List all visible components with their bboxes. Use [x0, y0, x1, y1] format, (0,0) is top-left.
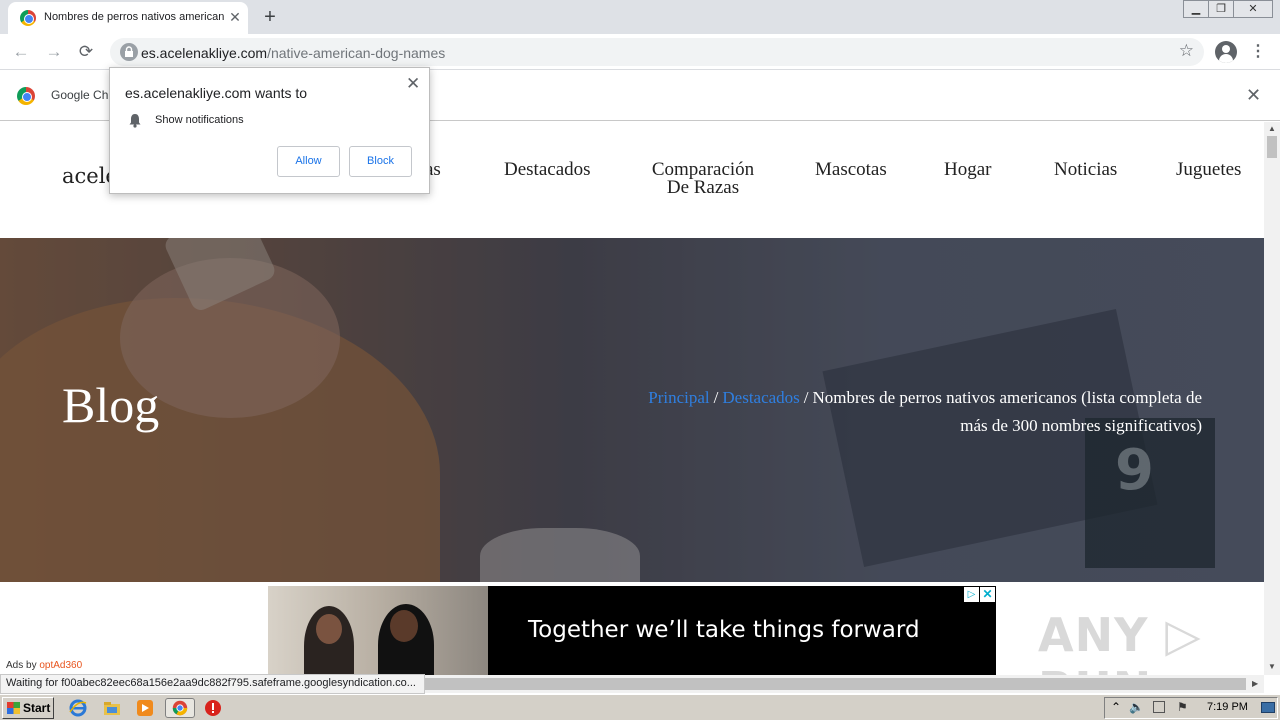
bell-icon: [128, 113, 142, 133]
nav-item-comparacion[interactable]: Comparación De Razas: [650, 160, 756, 198]
url-domain: es.acelenakliye.com: [141, 45, 268, 61]
ads-by-brand[interactable]: optAd360: [39, 660, 82, 671]
ad-banner[interactable]: Together we’ll take things forward ▷ ✕: [268, 586, 996, 675]
nav-item-destacados[interactable]: Destacados: [504, 160, 591, 179]
chrome-logo-icon: [17, 87, 35, 105]
breadcrumb-separator: /: [713, 388, 719, 407]
ad-choices-icon[interactable]: ▷: [964, 587, 979, 602]
hero-banner: 9 Blog Principal / Destacados / Nombres de p…: [0, 238, 1264, 582]
active-tab[interactable]: Nombres de perros nativos americanos (li…: [8, 2, 248, 34]
restore-button[interactable]: ❐: [1208, 0, 1234, 18]
tab-strip: Nombres de perros nativos americanos (li…: [0, 0, 1280, 34]
minimize-button[interactable]: ▁: [1183, 0, 1209, 18]
media-player-icon[interactable]: [135, 698, 157, 718]
breadcrumb: Principal / Destacados / Nombres de perros n…: [640, 384, 1202, 440]
address-bar[interactable]: es.acelenakliye.com/native-american-dog-…: [110, 38, 1204, 66]
vertical-scroll-thumb[interactable]: [1267, 136, 1277, 158]
ads-by-label[interactable]: Ads by optAd360: [6, 660, 82, 671]
ad-close-icon[interactable]: ✕: [980, 587, 995, 602]
reload-icon[interactable]: ⟳: [74, 40, 98, 64]
scroll-right-icon[interactable]: ▶: [1252, 679, 1258, 688]
popup-permission-text: Show notifications: [155, 114, 244, 126]
bookmark-star-icon[interactable]: ☆: [1179, 41, 1194, 61]
notification-permission-popup: es.acelenakliye.com wants to ✕ Show noti…: [109, 67, 430, 194]
explorer-folder-icon[interactable]: [102, 698, 124, 718]
chrome-taskbar-icon[interactable]: [165, 698, 195, 718]
nav-item-hogar[interactable]: Hogar: [944, 160, 991, 179]
tab-favicon-icon: [20, 10, 36, 26]
anyrun-watermark: ANY ▷ RUN: [1038, 608, 1202, 675]
ads-by-text: Ads by: [6, 660, 37, 671]
close-window-button[interactable]: ✕: [1233, 0, 1273, 18]
system-tray: ⌃ 🔈 ⚑: [1104, 697, 1278, 719]
start-button[interactable]: Start: [2, 697, 54, 719]
block-button[interactable]: Block: [349, 146, 412, 177]
ie-icon[interactable]: [68, 698, 90, 718]
start-label: Start: [23, 701, 51, 715]
allow-button[interactable]: Allow: [277, 146, 340, 177]
breadcrumb-category[interactable]: Destacados: [722, 388, 799, 407]
popup-close-icon[interactable]: ✕: [406, 74, 420, 94]
ad-person-right-face: [390, 610, 418, 642]
browser-menu-icon[interactable]: ⋮: [1250, 41, 1266, 63]
breadcrumb-home[interactable]: Principal: [648, 388, 709, 407]
forward-icon[interactable]: →: [42, 40, 66, 64]
infobar-text: Google Ch: [51, 88, 109, 102]
nav-item-mascotas[interactable]: Mascotas: [815, 160, 887, 179]
new-tab-button[interactable]: +: [258, 5, 282, 29]
taskbar: Start ⌃ 🔈 ⚑ 7:19 PM: [0, 694, 1280, 720]
url-path: /native-american-dog-names: [267, 45, 446, 61]
network-icon[interactable]: [1153, 701, 1165, 713]
popup-origin-text: es.acelenakliye.com wants to: [125, 85, 308, 101]
clock[interactable]: 7:19 PM: [1207, 701, 1248, 713]
vertical-scrollbar[interactable]: ▲ ▼: [1264, 122, 1280, 675]
action-center-flag-icon[interactable]: ⚑: [1177, 700, 1188, 714]
breadcrumb-current: Nombres de perros nativos americanos (li…: [812, 388, 1202, 435]
breadcrumb-separator: /: [803, 388, 809, 407]
status-bar: Waiting for f00abec82eec68a156e2aa9dc882…: [0, 674, 425, 694]
profile-avatar-icon[interactable]: [1215, 41, 1237, 63]
tray-expand-icon[interactable]: ⌃: [1111, 700, 1121, 714]
back-icon[interactable]: ←: [9, 40, 33, 64]
scroll-down-icon[interactable]: ▼: [1268, 662, 1276, 671]
nav-item-comparacion-line2: De Razas: [666, 177, 740, 198]
show-desktop-icon[interactable]: [1261, 702, 1275, 713]
nav-item-noticias[interactable]: Noticias: [1054, 160, 1117, 179]
tab-close-icon[interactable]: ✕: [226, 8, 244, 26]
scroll-up-icon[interactable]: ▲: [1268, 124, 1276, 133]
ad-person-left-face: [316, 614, 342, 644]
url-text: es.acelenakliye.com/native-american-dog-…: [141, 45, 445, 61]
windows-flag-icon: [7, 702, 20, 714]
page-title: Blog: [62, 377, 160, 433]
stop-sign-icon[interactable]: [203, 698, 225, 718]
volume-icon[interactable]: 🔈: [1129, 700, 1144, 714]
infobar-close-icon[interactable]: ✕: [1246, 85, 1261, 106]
ad-photo: [268, 586, 488, 675]
web-page: acele as Destacados Comparación De Razas…: [0, 122, 1264, 675]
lock-icon[interactable]: [120, 43, 138, 61]
ad-headline: Together we’ll take things forward: [528, 617, 920, 643]
nav-item-juguetes[interactable]: Juguetes: [1176, 160, 1241, 179]
tab-title: Nombres de perros nativos americanos (li…: [44, 11, 224, 23]
browser-toolbar: ← → ⟳ es.acelenakliye.com/native-america…: [0, 34, 1280, 70]
